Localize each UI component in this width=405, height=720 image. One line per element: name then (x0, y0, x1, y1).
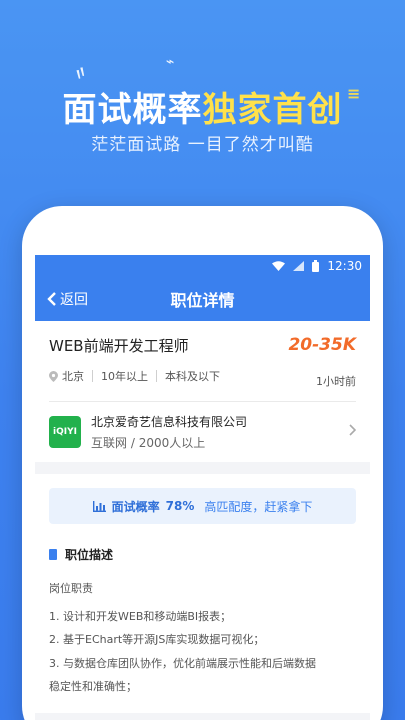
promo-headline-highlight: 独家首创 (202, 90, 343, 130)
company-info: 北京爱奇艺信息科技有限公司 互联网 / 2000人以上 (91, 413, 247, 451)
rate-label: 面试概率 (111, 499, 160, 514)
salary: 20-35K (288, 335, 356, 355)
job-description: 岗位职责 1. 设计和开发WEB和移动端BI报表； 2. 基于EChart等开源… (49, 577, 356, 699)
job-summary: WEB前端开发工程师 20-35K 北京 10年以上 本科及以下 1小时前 (35, 321, 370, 401)
meta-divider (92, 370, 93, 382)
promo-headline-white: 面试概率 (62, 90, 203, 130)
rate-hint: 高匹配度，赶紧拿下 (204, 499, 313, 514)
sparkle-small-icon: ⌁ (166, 54, 175, 70)
back-label: 返回 (60, 292, 88, 308)
interview-rate-banner: 面试概率 78% 高匹配度，赶紧拿下 (49, 488, 356, 524)
promo-subtitle: 茫茫面试路 一目了然才叫酷 (91, 135, 314, 155)
company-size: 2000人以上 (138, 436, 206, 450)
description-line: 2. 基于EChart等开源JS库实现数据可视化； (49, 633, 265, 646)
company-details: 互联网 / 2000人以上 (91, 436, 206, 450)
sparkle-lines-icon: ≡ (347, 84, 361, 103)
description-line: 稳定性和准确性； (49, 680, 137, 693)
section-gap (35, 462, 370, 474)
section-title: 职位描述 (49, 546, 356, 563)
rate-value: 78% (165, 499, 195, 513)
signal-icon (293, 261, 305, 271)
job-detail: 面试概率 78% 高匹配度，赶紧拿下 职位描述 岗位职责 1. 设计和开发WEB… (35, 474, 370, 713)
description-line: 1. 设计和开发WEB和移动端BI报表； (49, 609, 232, 623)
chevron-right-icon (349, 424, 356, 436)
chevron-left-icon (47, 292, 56, 306)
description-line: 3. 与数据仓库团队协作，优化前端展示性能和后端数据 (49, 656, 316, 670)
status-bar: 12:30 (35, 255, 370, 277)
company-logo: iQIYI (49, 416, 81, 448)
bar-chart-icon (92, 500, 106, 512)
status-time: 12:30 (327, 259, 362, 273)
promo-headline: 面试概率独家首创 (0, 82, 405, 131)
back-button[interactable]: 返回 (47, 289, 88, 309)
company-name: 北京爱奇艺信息科技有限公司 (91, 415, 248, 429)
company-industry: 互联网 (91, 436, 128, 450)
description-subheading: 岗位职责 (49, 582, 93, 595)
location-pin-icon (49, 370, 58, 382)
job-meta: 北京 10年以上 本科及以下 (49, 368, 356, 384)
job-location: 北京 (62, 370, 84, 383)
battery-icon (312, 260, 320, 272)
job-education: 本科及以下 (165, 370, 220, 383)
company-row[interactable]: iQIYI 北京爱奇艺信息科技有限公司 互联网 / 2000人以上 (35, 402, 370, 462)
phone-screen: 12:30 返回 职位详情 WEB前端开发工程师 20-35K 北京 10年以上… (35, 255, 370, 720)
job-experience: 10年以上 (101, 370, 148, 383)
wifi-icon (272, 261, 286, 271)
section-marker-icon (49, 549, 57, 560)
post-time: 1小时前 (316, 375, 356, 388)
navbar: 返回 职位详情 (35, 277, 370, 321)
meta-divider (156, 370, 157, 382)
